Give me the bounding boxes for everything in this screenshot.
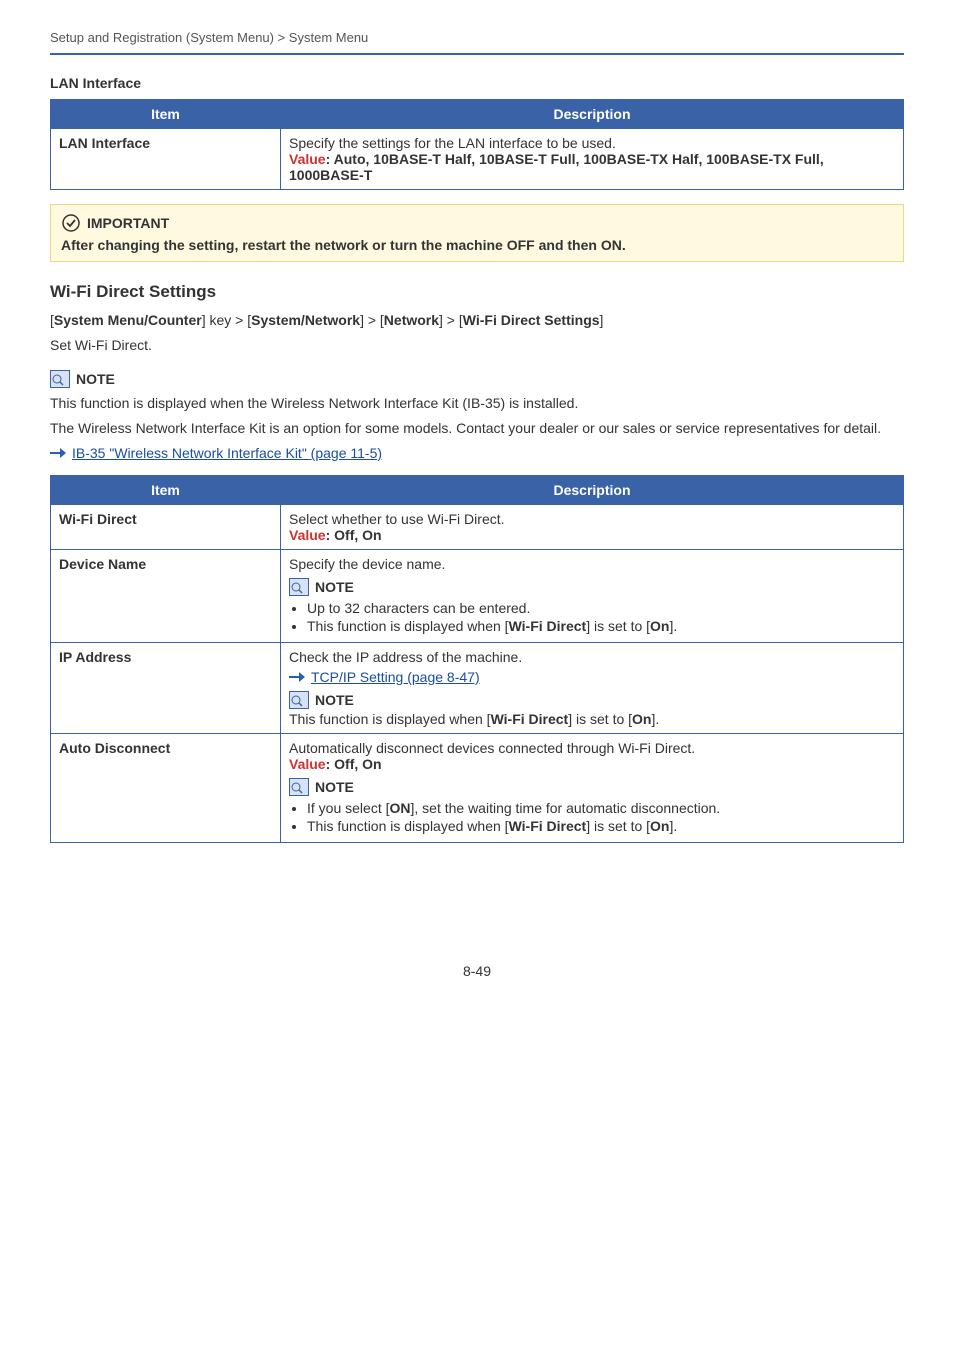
value-text: : Off, On <box>326 756 382 772</box>
list-item: This function is displayed when [Wi-Fi D… <box>307 618 895 634</box>
cell-item: Auto Disconnect <box>51 733 281 842</box>
important-label: IMPORTANT <box>87 215 169 231</box>
list-item: If you select [ON], set the waiting time… <box>307 800 895 816</box>
check-circle-icon <box>61 213 81 233</box>
note-text: This function is displayed when [Wi-Fi D… <box>289 711 895 727</box>
desc-text: Select whether to use Wi-Fi Direct. <box>289 511 895 527</box>
th-item: Item <box>51 475 281 504</box>
value-line: Value: Off, On <box>289 756 895 772</box>
cell-item: Wi-Fi Direct <box>51 504 281 549</box>
note-label: NOTE <box>315 579 354 595</box>
nav-path: [System Menu/Counter] key > [System/Netw… <box>50 312 904 328</box>
note-icon <box>50 370 70 388</box>
cell-item: IP Address <box>51 642 281 733</box>
cell-desc: Specify the settings for the LAN interfa… <box>281 129 904 190</box>
cell-desc: Select whether to use Wi-Fi Direct. Valu… <box>281 504 904 549</box>
cell-note-header: NOTE <box>289 778 895 796</box>
wifi-direct-table: Item Description Wi-Fi Direct Select whe… <box>50 475 904 843</box>
th-desc: Description <box>281 100 904 129</box>
note-label: NOTE <box>315 779 354 795</box>
note-label: NOTE <box>315 692 354 708</box>
desc-text: Automatically disconnect devices connect… <box>289 740 895 756</box>
desc-text: Specify the device name. <box>289 556 895 572</box>
cell-item: Device Name <box>51 549 281 642</box>
wifi-direct-heading: Wi-Fi Direct Settings <box>50 282 904 302</box>
cell-note-header: NOTE <box>289 691 895 709</box>
lan-interface-heading: LAN Interface <box>50 75 904 91</box>
value-text: : Auto, 10BASE-T Half, 10BASE-T Full, 10… <box>289 151 824 183</box>
lan-interface-table: Item Description LAN Interface Specify t… <box>50 99 904 190</box>
note-icon <box>289 578 309 596</box>
ib35-link[interactable]: IB-35 "Wireless Network Interface Kit" (… <box>72 445 382 461</box>
note-p1: This function is displayed when the Wire… <box>50 394 904 414</box>
arrow-right-icon <box>50 447 66 459</box>
note-list: Up to 32 characters can be entered. This… <box>289 600 895 634</box>
note-p2: The Wireless Network Interface Kit is an… <box>50 419 904 439</box>
table-row: IP Address Check the IP address of the m… <box>51 642 904 733</box>
note-ref: IB-35 "Wireless Network Interface Kit" (… <box>50 445 904 461</box>
value-line: Value: Off, On <box>289 527 895 543</box>
cell-note-header: NOTE <box>289 578 895 596</box>
tcpip-link[interactable]: TCP/IP Setting (page 8-47) <box>311 669 480 685</box>
note-list: If you select [ON], set the waiting time… <box>289 800 895 834</box>
important-text: After changing the setting, restart the … <box>61 237 893 253</box>
value-line: Value: Auto, 10BASE-T Half, 10BASE-T Ful… <box>289 151 895 183</box>
th-desc: Description <box>281 475 904 504</box>
note-icon <box>289 778 309 796</box>
important-callout: IMPORTANT After changing the setting, re… <box>50 204 904 262</box>
value-label: Value <box>289 756 326 772</box>
page-number: 8-49 <box>50 963 904 979</box>
cell-desc: Specify the device name. NOTE Up to 32 c… <box>281 549 904 642</box>
list-item: Up to 32 characters can be entered. <box>307 600 895 616</box>
table-row: Wi-Fi Direct Select whether to use Wi-Fi… <box>51 504 904 549</box>
note-icon <box>289 691 309 709</box>
cell-desc: Check the IP address of the machine. TCP… <box>281 642 904 733</box>
value-label: Value <box>289 527 326 543</box>
page: Setup and Registration (System Menu) > S… <box>0 0 954 1029</box>
cell-ref: TCP/IP Setting (page 8-47) <box>289 669 895 685</box>
table-row: Auto Disconnect Automatically disconnect… <box>51 733 904 842</box>
set-wifi-text: Set Wi-Fi Direct. <box>50 336 904 356</box>
value-text: : Off, On <box>326 527 382 543</box>
cell-item: LAN Interface <box>51 129 281 190</box>
list-item: This function is displayed when [Wi-Fi D… <box>307 818 895 834</box>
note-label: NOTE <box>76 371 115 387</box>
note-header: NOTE <box>50 370 904 388</box>
breadcrumb: Setup and Registration (System Menu) > S… <box>50 30 904 55</box>
desc-text: Check the IP address of the machine. <box>289 649 895 665</box>
table-row: Device Name Specify the device name. NOT… <box>51 549 904 642</box>
value-label: Value <box>289 151 326 167</box>
desc-text: Specify the settings for the LAN interfa… <box>289 135 895 151</box>
th-item: Item <box>51 100 281 129</box>
table-row: LAN Interface Specify the settings for t… <box>51 129 904 190</box>
cell-desc: Automatically disconnect devices connect… <box>281 733 904 842</box>
arrow-right-icon <box>289 671 305 683</box>
